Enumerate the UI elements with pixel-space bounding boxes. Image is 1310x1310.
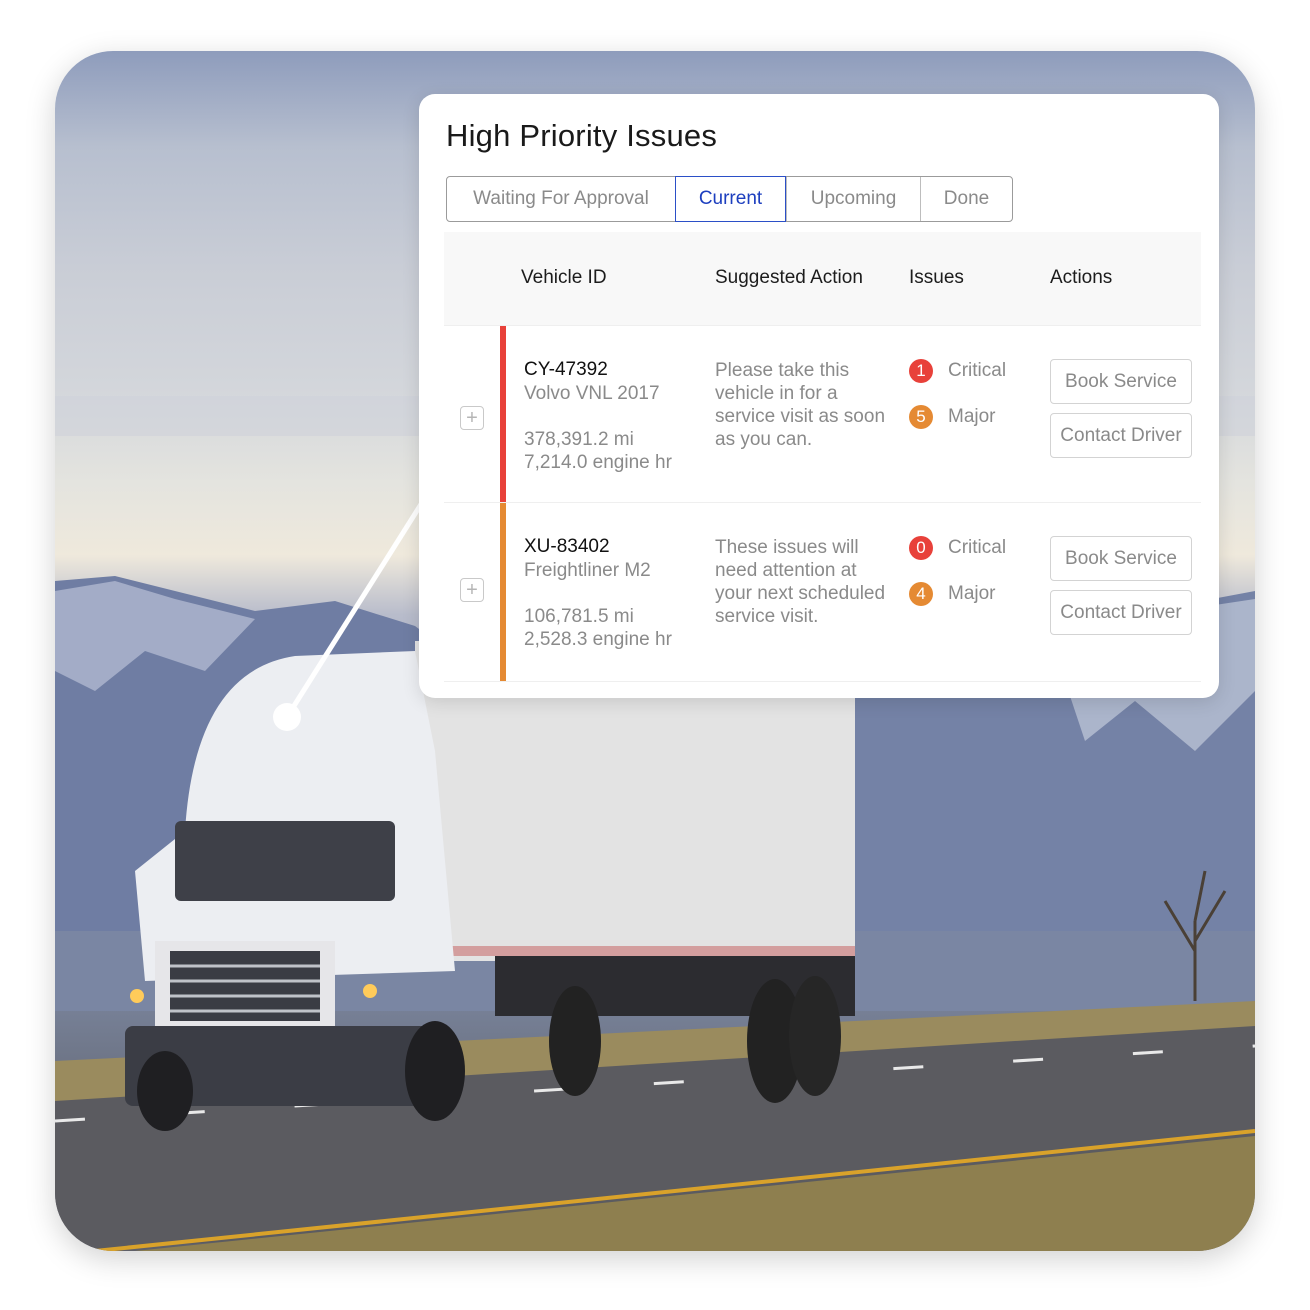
issue-label: Critical: [948, 537, 1007, 558]
table-header: Vehicle ID Suggested Action Issues Actio…: [444, 232, 1201, 326]
major-count-badge: 4: [909, 582, 933, 606]
column-header-suggested-action: Suggested Action: [715, 267, 863, 288]
issue-label: Major: [948, 583, 996, 604]
issue-label: Critical: [948, 360, 1007, 381]
grille: [170, 951, 320, 1021]
vehicle-model: Freightliner M2: [524, 560, 651, 581]
tab-done[interactable]: Done: [920, 177, 1012, 221]
major-count-badge: 5: [909, 405, 933, 429]
vehicle-id: XU-83402: [524, 536, 610, 557]
column-header-issues: Issues: [909, 267, 964, 288]
issue-major: 4 Major: [909, 582, 996, 606]
high-priority-issues-card: High Priority Issues Waiting For Approva…: [419, 94, 1219, 698]
plus-icon: +: [466, 407, 478, 429]
windshield: [175, 821, 395, 901]
headlight: [363, 984, 377, 998]
front-wheel: [405, 1021, 465, 1121]
vehicle-engine-hours: 2,528.3 engine hr: [524, 629, 672, 650]
issue-label: Major: [948, 406, 996, 427]
contact-driver-button[interactable]: Contact Driver: [1050, 590, 1192, 635]
vehicle-engine-hours: 7,214.0 engine hr: [524, 452, 672, 473]
critical-count-badge: 0: [909, 536, 933, 560]
vehicle-id: CY-47392: [524, 359, 608, 380]
card-title: High Priority Issues: [446, 118, 718, 153]
status-tabs: Waiting For Approval Current Upcoming Do…: [446, 176, 1013, 222]
trailer-stripe: [415, 946, 855, 956]
table-row: + CY-47392 Volvo VNL 2017 378,391.2 mi 7…: [444, 326, 1201, 503]
vehicle-mileage: 378,391.2 mi: [524, 429, 634, 450]
suggested-action: Please take this vehicle in for a servic…: [715, 360, 886, 450]
vehicle-mileage: 106,781.5 mi: [524, 606, 634, 627]
severity-bar-major: [500, 503, 506, 681]
book-service-button[interactable]: Book Service: [1050, 536, 1192, 581]
severity-bar-critical: [500, 326, 506, 502]
front-wheel: [137, 1051, 193, 1131]
book-service-button[interactable]: Book Service: [1050, 359, 1192, 404]
issue-critical: 0 Critical: [909, 536, 1006, 560]
issue-critical: 1 Critical: [909, 359, 1006, 383]
trailer-wheel: [789, 976, 841, 1096]
drive-wheel: [549, 986, 601, 1096]
vehicle-model: Volvo VNL 2017: [524, 383, 660, 404]
critical-count-badge: 1: [909, 359, 933, 383]
suggested-action: These issues will need attention at your…: [715, 537, 886, 627]
tab-current[interactable]: Current: [675, 176, 786, 222]
table-row: + XU-83402 Freightliner M2 106,781.5 mi …: [444, 503, 1201, 682]
column-header-vehicle-id: Vehicle ID: [521, 267, 607, 288]
issues-table: Vehicle ID Suggested Action Issues Actio…: [444, 232, 1201, 682]
column-header-actions: Actions: [1050, 267, 1113, 288]
tab-upcoming[interactable]: Upcoming: [786, 177, 920, 221]
issue-major: 5 Major: [909, 405, 996, 429]
contact-driver-button[interactable]: Contact Driver: [1050, 413, 1192, 458]
expand-row-button[interactable]: +: [460, 406, 484, 430]
headlight: [130, 989, 144, 1003]
tab-waiting-for-approval[interactable]: Waiting For Approval: [447, 177, 675, 221]
plus-icon: +: [466, 579, 478, 601]
expand-row-button[interactable]: +: [460, 578, 484, 602]
